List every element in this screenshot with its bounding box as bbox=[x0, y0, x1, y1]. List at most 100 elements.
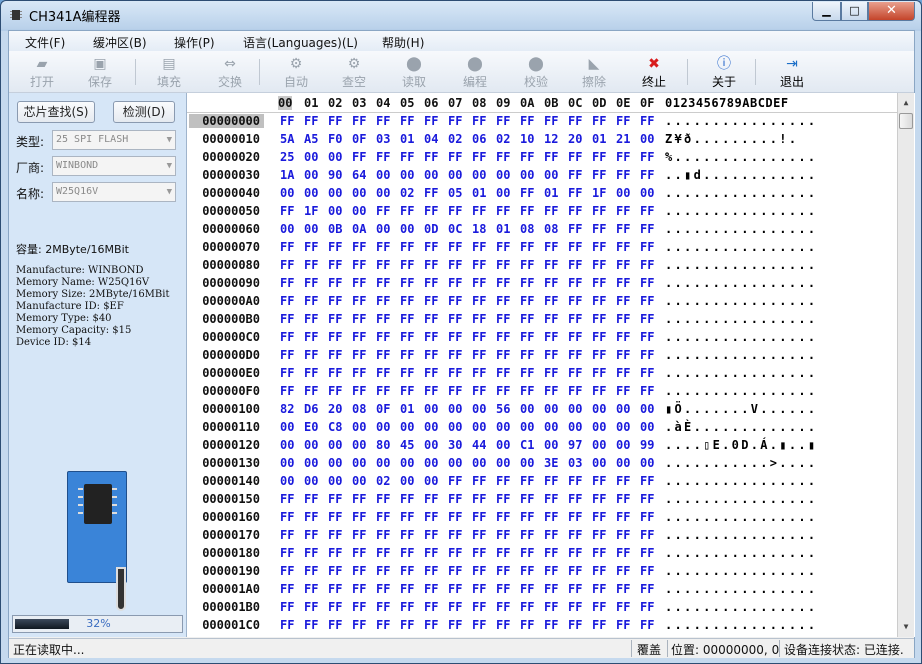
hex-byte[interactable]: F0 bbox=[328, 132, 342, 146]
hex-byte[interactable]: FF bbox=[352, 564, 366, 578]
maximize-button[interactable]: □ bbox=[841, 2, 868, 21]
hex-byte[interactable]: FF bbox=[472, 564, 486, 578]
hex-byte[interactable]: FF bbox=[328, 528, 342, 542]
hex-byte[interactable]: FF bbox=[280, 510, 294, 524]
menu-buffer[interactable]: 缓冲区(B) bbox=[93, 34, 147, 51]
hex-byte[interactable]: FF bbox=[592, 294, 606, 308]
hex-byte[interactable]: FF bbox=[448, 240, 462, 254]
hex-byte[interactable]: FF bbox=[496, 330, 510, 344]
hex-byte[interactable]: FF bbox=[448, 510, 462, 524]
hex-byte[interactable]: 00 bbox=[544, 420, 558, 434]
hex-byte[interactable]: FF bbox=[496, 546, 510, 560]
hex-byte[interactable]: FF bbox=[592, 564, 606, 578]
hex-byte[interactable]: 00 bbox=[520, 420, 534, 434]
row-ascii[interactable]: %............... bbox=[665, 150, 817, 164]
hex-byte[interactable]: FF bbox=[376, 366, 390, 380]
hex-byte[interactable]: FF bbox=[448, 366, 462, 380]
row-ascii[interactable]: ................ bbox=[665, 384, 817, 398]
hex-byte[interactable]: FF bbox=[328, 366, 342, 380]
hex-byte[interactable]: FF bbox=[448, 546, 462, 560]
hex-byte[interactable]: 00 bbox=[280, 186, 294, 200]
hex-byte[interactable]: 00 bbox=[304, 168, 318, 182]
hex-byte[interactable]: FF bbox=[424, 510, 438, 524]
hex-byte[interactable]: FF bbox=[280, 600, 294, 614]
hex-byte[interactable]: FF bbox=[376, 240, 390, 254]
hex-byte[interactable]: FF bbox=[520, 294, 534, 308]
hex-byte[interactable]: FF bbox=[376, 564, 390, 578]
hex-row[interactable]: 00000040 00 00 00 00 00 02 FF 05 01 00 FF 01 FF 1F 00 00… bbox=[187, 186, 897, 204]
row-ascii[interactable]: ....▯E.0D.Á.▮..▮ bbox=[665, 438, 817, 452]
hex-byte[interactable]: FF bbox=[616, 582, 630, 596]
hex-byte[interactable]: 00 bbox=[448, 420, 462, 434]
hex-byte[interactable]: FF bbox=[472, 474, 486, 488]
hex-byte[interactable]: FF bbox=[352, 240, 366, 254]
hex-byte[interactable]: 1F bbox=[592, 186, 606, 200]
hex-byte[interactable]: FF bbox=[496, 276, 510, 290]
toolbar-button[interactable]: ⚙ 自动 bbox=[271, 53, 321, 91]
hex-row[interactable]: 000000C0 FF FF FF FF FF FF FF FF FF FF FF FF FF FF FF FF… bbox=[187, 330, 897, 348]
hex-byte[interactable]: 97 bbox=[568, 438, 582, 452]
hex-byte[interactable]: 04 bbox=[424, 132, 438, 146]
hex-byte[interactable]: 03 bbox=[568, 456, 582, 470]
hex-byte[interactable]: FF bbox=[304, 510, 318, 524]
detect-button[interactable]: 检测(D) bbox=[113, 101, 175, 123]
hex-byte[interactable]: 00 bbox=[376, 222, 390, 236]
hex-byte[interactable]: 00 bbox=[640, 402, 654, 416]
row-ascii[interactable]: ................ bbox=[665, 510, 817, 524]
hex-byte[interactable]: 56 bbox=[496, 402, 510, 416]
hex-byte[interactable]: 02 bbox=[376, 474, 390, 488]
hex-byte[interactable]: FF bbox=[496, 474, 510, 488]
hex-byte[interactable]: 12 bbox=[544, 132, 558, 146]
row-ascii[interactable]: ................ bbox=[665, 474, 817, 488]
hex-row[interactable]: 00000130 00 00 00 00 00 00 00 00 00 00 00 3E 03 00 00 00… bbox=[187, 456, 897, 474]
row-ascii[interactable]: ................ bbox=[665, 564, 817, 578]
hex-byte[interactable]: FF bbox=[400, 546, 414, 560]
hex-byte[interactable]: 00 bbox=[352, 456, 366, 470]
hex-byte[interactable]: 20 bbox=[568, 132, 582, 146]
hex-byte[interactable]: FF bbox=[328, 582, 342, 596]
hex-byte[interactable]: FF bbox=[448, 564, 462, 578]
hex-byte[interactable]: FF bbox=[304, 294, 318, 308]
hex-byte[interactable]: FF bbox=[640, 492, 654, 506]
hex-byte[interactable]: FF bbox=[376, 204, 390, 218]
hex-byte[interactable]: 08 bbox=[352, 402, 366, 416]
hex-byte[interactable]: 00 bbox=[640, 420, 654, 434]
hex-byte[interactable]: FF bbox=[328, 330, 342, 344]
hex-byte[interactable]: FF bbox=[448, 114, 462, 128]
hex-byte[interactable]: FF bbox=[616, 204, 630, 218]
hex-byte[interactable]: FF bbox=[376, 600, 390, 614]
hex-byte[interactable]: FF bbox=[496, 618, 510, 632]
hex-byte[interactable]: 00 bbox=[424, 402, 438, 416]
hex-byte[interactable]: FF bbox=[640, 510, 654, 524]
hex-byte[interactable]: 00 bbox=[304, 186, 318, 200]
hex-byte[interactable]: 00 bbox=[352, 204, 366, 218]
hex-byte[interactable]: FF bbox=[424, 294, 438, 308]
hex-byte[interactable]: FF bbox=[520, 474, 534, 488]
hex-byte[interactable]: FF bbox=[304, 564, 318, 578]
hex-byte[interactable]: C8 bbox=[328, 420, 342, 434]
hex-byte[interactable]: FF bbox=[496, 564, 510, 578]
hex-byte[interactable]: 00 bbox=[400, 456, 414, 470]
hex-byte[interactable]: FF bbox=[568, 150, 582, 164]
hex-byte[interactable]: 0B bbox=[328, 222, 342, 236]
hex-byte[interactable]: 00 bbox=[424, 168, 438, 182]
hex-row[interactable]: 000000F0 FF FF FF FF FF FF FF FF FF FF FF FF FF FF FF FF… bbox=[187, 384, 897, 402]
hex-byte[interactable]: FF bbox=[400, 510, 414, 524]
hex-byte[interactable]: 00 bbox=[496, 168, 510, 182]
hex-byte[interactable]: FF bbox=[640, 528, 654, 542]
hex-byte[interactable]: FF bbox=[424, 114, 438, 128]
hex-byte[interactable]: 08 bbox=[544, 222, 558, 236]
hex-byte[interactable]: FF bbox=[424, 564, 438, 578]
hex-byte[interactable]: 00 bbox=[448, 402, 462, 416]
hex-byte[interactable]: FF bbox=[280, 492, 294, 506]
hex-byte[interactable]: FF bbox=[376, 528, 390, 542]
hex-byte[interactable]: FF bbox=[520, 510, 534, 524]
hex-byte[interactable]: FF bbox=[424, 582, 438, 596]
hex-byte[interactable]: FF bbox=[640, 330, 654, 344]
hex-byte[interactable]: FF bbox=[544, 312, 558, 326]
menu-language[interactable]: 语言(Languages)(L) bbox=[243, 34, 358, 51]
hex-byte[interactable]: FF bbox=[592, 348, 606, 362]
hex-byte[interactable]: C1 bbox=[520, 438, 534, 452]
hex-byte[interactable]: FF bbox=[400, 384, 414, 398]
hex-byte[interactable]: FF bbox=[640, 150, 654, 164]
